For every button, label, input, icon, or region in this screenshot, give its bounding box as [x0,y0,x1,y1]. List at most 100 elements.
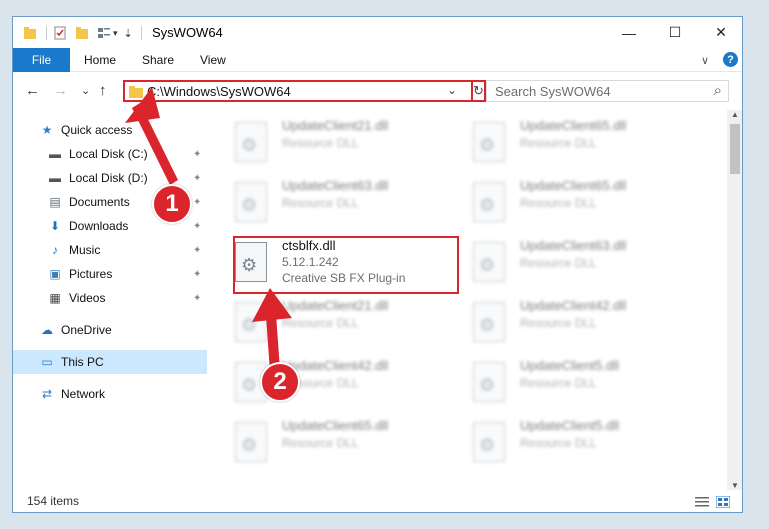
dll-file-icon: ⚙ [473,242,505,282]
up-button[interactable]: ↑ [99,82,107,99]
refresh-button[interactable]: ↻ [473,80,486,102]
sidebar-item-local-disk-c[interactable]: ▬ Local Disk (C:) ✦ [13,142,207,166]
scroll-up-icon[interactable]: ▲ [731,110,739,119]
file-name: UpdateClient42.dll [520,298,627,313]
list-item[interactable]: ⚙ UpdateClient5.dll Resource DLL [457,354,687,410]
pin-icon[interactable]: ✦ [193,197,201,208]
pin-icon[interactable]: ✦ [193,173,201,184]
network-icon: ⇄ [41,387,53,401]
tab-home[interactable]: Home [84,48,116,72]
dll-file-icon: ⚙ [235,422,267,462]
list-item[interactable]: ⚙ UpdateClient21.dll Resource DLL [219,114,449,170]
step-2-badge: 2 [260,362,300,402]
sidebar-item-this-pc[interactable]: ▭ This PC [13,350,207,374]
folder-icon[interactable] [23,26,37,40]
list-item[interactable]: ⚙ UpdateClient63.dll Resource DLL [219,174,449,230]
pin-icon[interactable]: ✦ [193,269,201,280]
sidebar-item-videos[interactable]: ▦ Videos ✦ [13,286,207,310]
sidebar-item-quick-access[interactable]: ★ Quick access [13,118,207,142]
sidebar-item-network[interactable]: ⇄ Network [13,382,207,406]
list-item[interactable]: ⚙ UpdateClient63.dll Resource DLL [457,234,687,290]
star-icon: ★ [41,123,53,137]
scrollbar-thumb[interactable] [730,124,740,174]
item-count: 154 items [27,494,80,508]
sidebar-item-onedrive[interactable]: ☁ OneDrive [13,318,207,342]
dll-file-icon: ⚙ [473,122,505,162]
sidebar-item-label: OneDrive [61,323,112,337]
large-icons-view-icon[interactable] [716,496,730,508]
back-button[interactable]: ← [25,82,40,99]
tab-view[interactable]: View [200,48,226,72]
file-description: Resource DLL [282,136,359,150]
tab-file[interactable]: File [13,48,70,72]
list-item[interactable]: ⚙ UpdateClient65.dll Resource DLL [457,114,687,170]
pin-icon[interactable]: ✦ [193,149,201,160]
list-item[interactable]: ⚙ UpdateClient65.dll Resource DLL [219,414,449,470]
divider [140,26,142,40]
search-icon[interactable]: ⌕ [714,82,722,99]
file-description: Resource DLL [282,436,359,450]
file-description: Resource DLL [282,196,359,210]
list-item[interactable]: ⚙ UpdateClient65.dll Resource DLL [457,174,687,230]
navigation-pane: ★ Quick access ▬ Local Disk (C:) ✦ ▬ Loc… [13,110,207,490]
dll-file-icon: ⚙ [473,302,505,342]
list-item[interactable]: ⚙ UpdateClient5.dll Resource DLL [457,414,687,470]
chevron-down-icon[interactable]: ▾ [113,28,118,39]
list-item[interactable]: ⚙ UpdateClient42.dll Resource DLL [219,354,449,410]
close-button[interactable]: ✕ [698,17,742,48]
address-path: C:\Windows\SysWOW64 [147,83,291,99]
customize-toolbar-icon[interactable]: ⇣ [124,27,133,40]
collapse-ribbon-icon[interactable]: ∨ [701,48,709,72]
address-bar[interactable]: C:\Windows\SysWOW64 ⌄ [123,80,473,102]
dll-file-icon: ⚙ [473,182,505,222]
window-title: SysWOW64 [152,25,223,40]
file-description: Resource DLL [520,196,597,210]
downloads-icon: ⬇ [49,219,61,233]
file-name: UpdateClient63.dll [520,238,627,253]
sidebar-item-label: Network [61,387,106,401]
address-dropdown-icon[interactable]: ⌄ [447,83,457,97]
properties-icon[interactable] [53,26,67,40]
sidebar-item-label: Downloads [69,219,129,233]
step-1-badge: 1 [152,184,192,224]
sidebar-item-pictures[interactable]: ▣ Pictures ✦ [13,262,207,286]
maximize-button[interactable]: ☐ [652,17,698,48]
drive-icon: ▬ [49,171,61,185]
navigation-bar: ← → ⌄ ↑ C:\Windows\SysWOW64 ⌄ ↻ Search S… [13,72,742,110]
file-name: UpdateClient5.dll [520,358,620,373]
sidebar-item-label: Local Disk (D:) [69,171,148,185]
file-description: Resource DLL [520,256,597,270]
pin-icon[interactable]: ✦ [193,293,201,304]
tab-share[interactable]: Share [142,48,174,72]
file-list: ⚙ UpdateClient21.dll Resource DLL ⚙ Upda… [219,110,727,490]
file-name: UpdateClient63.dll [282,178,389,193]
file-description: Resource DLL [282,316,359,330]
status-bar: 154 items [13,490,742,512]
videos-icon: ▦ [49,291,61,305]
pin-icon[interactable]: ✦ [193,221,201,232]
sidebar-item-label: Quick access [61,123,133,137]
drive-icon: ▬ [49,147,61,161]
details-view-icon[interactable] [695,496,709,508]
sidebar-item-label: Music [69,243,101,257]
divider [39,26,47,40]
forward-button[interactable]: → [53,82,68,99]
folder-icon [129,86,143,98]
ribbon-tabs: File Home Share View ∨ ? [13,48,742,72]
file-highlight-box [233,236,459,294]
list-item[interactable]: ⚙ UpdateClient42.dll Resource DLL [457,294,687,350]
vertical-scrollbar[interactable]: ▲ ▼ [727,110,742,490]
new-folder-icon[interactable] [75,26,89,40]
minimize-button[interactable]: — [606,17,652,48]
help-icon[interactable]: ? [723,52,738,67]
scroll-down-icon[interactable]: ▼ [731,481,739,490]
search-input[interactable]: Search SysWOW64 ⌕ [486,80,729,102]
file-description: Resource DLL [520,436,597,450]
pin-icon[interactable]: ✦ [193,245,201,256]
recent-locations-button[interactable]: ⌄ [81,84,90,97]
view-options-icon[interactable] [97,26,111,40]
sidebar-item-label: Videos [69,291,106,305]
list-item[interactable]: ⚙ UpdateClient21.dll Resource DLL [219,294,449,350]
file-name: UpdateClient42.dll [282,358,389,373]
sidebar-item-music[interactable]: ♪ Music ✦ [13,238,207,262]
